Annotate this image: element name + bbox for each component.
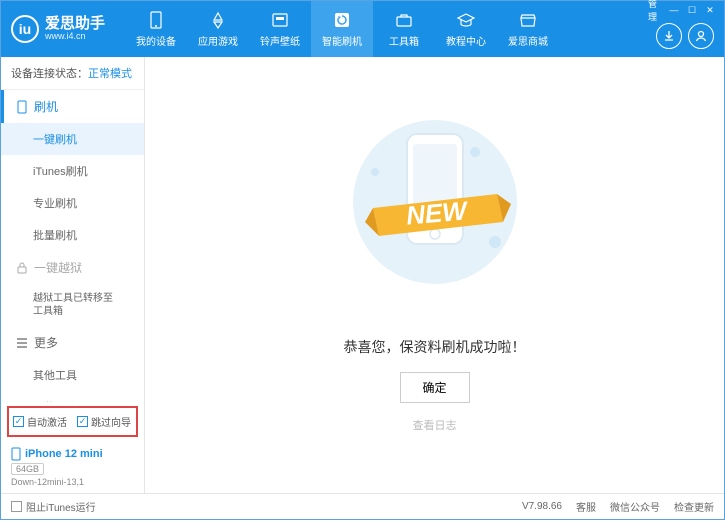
toolbox-icon xyxy=(394,10,414,30)
sub-download-firmware[interactable]: 下载固件 xyxy=(1,391,144,402)
close-button[interactable]: ✕ xyxy=(702,3,718,17)
graduation-icon xyxy=(456,10,476,30)
body: 设备连接状态：正常模式 刷机 一键刷机 iTunes刷机 专业刷机 批量刷机 一… xyxy=(1,57,724,493)
view-log-link[interactable]: 查看日志 xyxy=(145,417,724,433)
sub-pro-flash[interactable]: 专业刷机 xyxy=(1,187,144,219)
sub-batch-flash[interactable]: 批量刷机 xyxy=(1,219,144,251)
app-logo: iu 爱思助手 www.i4.cn xyxy=(11,15,105,43)
svg-text:NEW: NEW xyxy=(404,195,469,230)
nav-apps[interactable]: 应用游戏 xyxy=(187,1,249,57)
title-right-buttons xyxy=(656,23,714,49)
connection-status: 设备连接状态：正常模式 xyxy=(1,57,144,90)
version-label: V7.98.66 xyxy=(522,501,562,512)
nav-ringtones[interactable]: 铃声壁纸 xyxy=(249,1,311,57)
footer: 阻止iTunes运行 V7.98.66 客服 微信公众号 检查更新 xyxy=(1,493,724,519)
download-button[interactable] xyxy=(656,23,682,49)
category-flash[interactable]: 刷机 xyxy=(1,90,144,123)
device-capacity: 64GB xyxy=(11,463,44,475)
checkbox-skip-setup[interactable]: ✓跳过向导 xyxy=(77,414,131,429)
manage-button[interactable]: 管理 xyxy=(648,3,664,17)
device-desc: Down-12mini-13,1 xyxy=(11,477,134,487)
user-button[interactable] xyxy=(688,23,714,49)
lock-icon xyxy=(16,262,28,274)
footer-link-update[interactable]: 检查更新 xyxy=(674,499,714,514)
category-more[interactable]: 更多 xyxy=(1,326,144,359)
wallpaper-icon xyxy=(270,10,290,30)
sidebar: 设备连接状态：正常模式 刷机 一键刷机 iTunes刷机 专业刷机 批量刷机 一… xyxy=(1,57,145,493)
sub-one-key-flash[interactable]: 一键刷机 xyxy=(1,123,144,155)
success-message: 恭喜您，保资料刷机成功啦！ xyxy=(145,337,724,357)
main-nav: 我的设备 应用游戏 铃声壁纸 智能刷机 工具箱 教程中心 爱思商城 xyxy=(125,1,559,57)
jailbreak-note: 越狱工具已转移至 工具箱 xyxy=(1,284,144,326)
refresh-icon xyxy=(332,10,352,30)
nav-flash[interactable]: 智能刷机 xyxy=(311,1,373,57)
success-illustration: NEW xyxy=(325,112,545,292)
menu-icon xyxy=(16,338,28,348)
ok-button[interactable]: 确定 xyxy=(399,372,469,403)
store-icon xyxy=(518,10,538,30)
app-name: 爱思助手 xyxy=(45,16,105,33)
system-buttons: 管理 — ☐ ✕ xyxy=(648,3,718,17)
phone-icon xyxy=(16,100,28,114)
logo-icon: iu xyxy=(11,15,39,43)
block-itunes-label: 阻止iTunes运行 xyxy=(26,499,96,514)
checkbox-auto-activate[interactable]: ✓自动激活 xyxy=(13,414,67,429)
nav-tutorials[interactable]: 教程中心 xyxy=(435,1,497,57)
maximize-button[interactable]: ☐ xyxy=(684,3,700,17)
options-highlight: ✓自动激活 ✓跳过向导 xyxy=(7,406,138,437)
sub-itunes-flash[interactable]: iTunes刷机 xyxy=(1,155,144,187)
phone-icon xyxy=(146,10,166,30)
app-url: www.i4.cn xyxy=(45,32,105,42)
apps-icon xyxy=(208,10,228,30)
check-icon: ✓ xyxy=(77,416,88,427)
sub-other-tools[interactable]: 其他工具 xyxy=(1,359,144,391)
nav-my-device[interactable]: 我的设备 xyxy=(125,1,187,57)
phone-icon xyxy=(11,447,21,461)
nav-store[interactable]: 爱思商城 xyxy=(497,1,559,57)
main-content: NEW 恭喜您，保资料刷机成功啦！ 确定 查看日志 xyxy=(145,57,724,493)
category-jailbreak[interactable]: 一键越狱 xyxy=(1,251,144,284)
minimize-button[interactable]: — xyxy=(666,3,682,17)
titlebar: iu 爱思助手 www.i4.cn 我的设备 应用游戏 铃声壁纸 智能刷机 工具… xyxy=(1,1,724,57)
nav-toolbox[interactable]: 工具箱 xyxy=(373,1,435,57)
footer-link-support[interactable]: 客服 xyxy=(576,499,596,514)
check-icon: ✓ xyxy=(13,416,24,427)
footer-link-wechat[interactable]: 微信公众号 xyxy=(610,499,660,514)
app-window: iu 爱思助手 www.i4.cn 我的设备 应用游戏 铃声壁纸 智能刷机 工具… xyxy=(0,0,725,520)
device-info[interactable]: iPhone 12 mini 64GB Down-12mini-13,1 xyxy=(1,441,144,493)
checkbox-block-itunes[interactable] xyxy=(11,501,22,512)
sidebar-menu: 刷机 一键刷机 iTunes刷机 专业刷机 批量刷机 一键越狱 越狱工具已转移至… xyxy=(1,90,144,402)
